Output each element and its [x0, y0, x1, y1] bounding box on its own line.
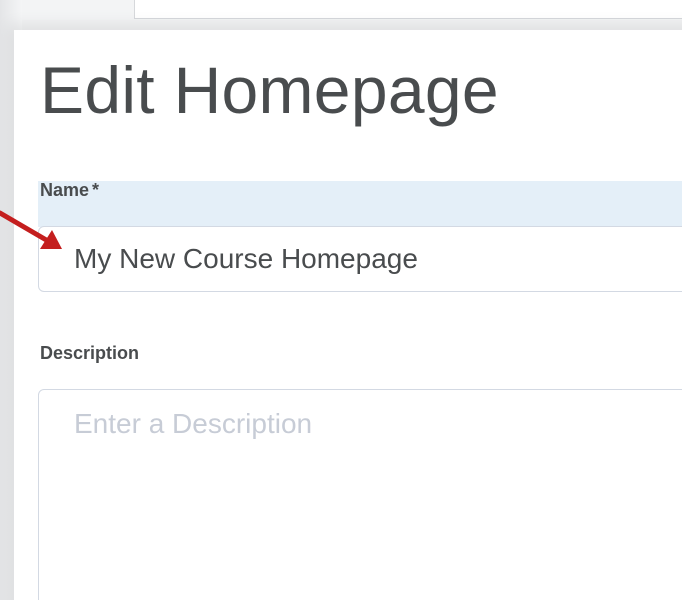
- description-label: Description: [40, 343, 140, 363]
- page-title: Edit Homepage: [40, 53, 499, 127]
- top-strip: [0, 0, 682, 20]
- name-label: Name *: [40, 180, 99, 201]
- name-label-text: Name: [40, 180, 90, 200]
- top-tab-edge: [134, 0, 682, 19]
- name-field-highlight: [38, 181, 682, 227]
- description-textarea[interactable]: [38, 389, 682, 600]
- required-marker: *: [92, 180, 100, 200]
- arrow-shaft: [0, 210, 51, 244]
- screenshot-stage: Edit Homepage Name* Description: [0, 0, 682, 600]
- name-input[interactable]: [38, 226, 682, 292]
- annotation-arrow-icon: [0, 210, 62, 249]
